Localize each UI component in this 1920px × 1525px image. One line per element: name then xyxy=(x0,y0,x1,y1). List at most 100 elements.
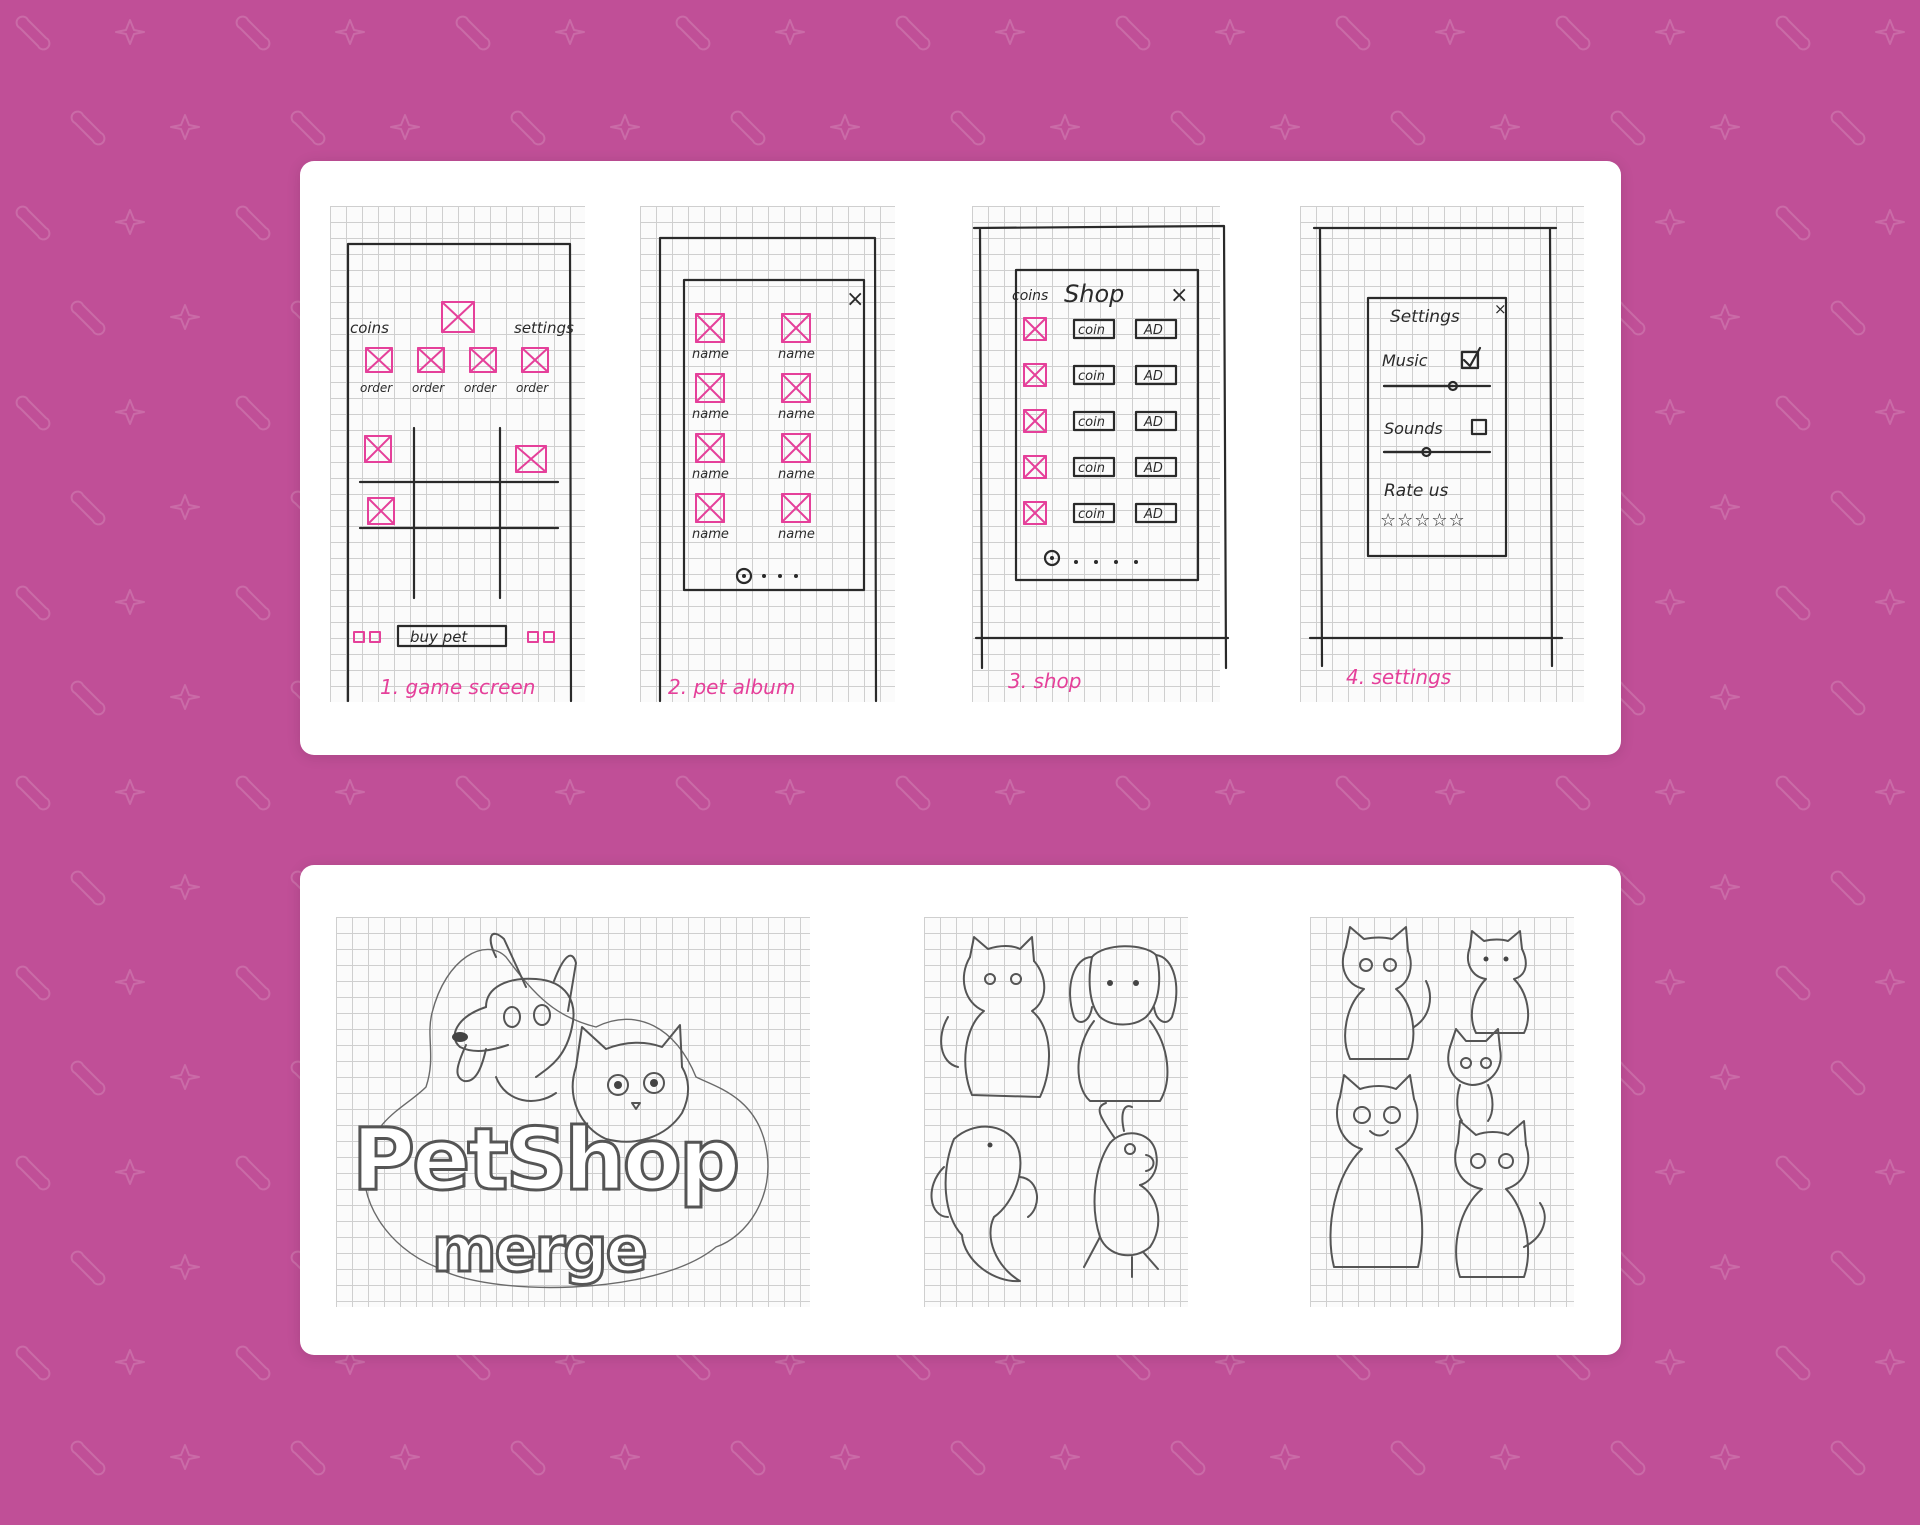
fish-character-sketch xyxy=(930,1125,1039,1283)
ad-label: AD xyxy=(1143,415,1163,430)
pet-name-label: name xyxy=(692,467,729,482)
pet-name-label: name xyxy=(692,527,729,542)
shop-row: coin AD xyxy=(1023,363,1178,387)
coin-label: coin xyxy=(1078,369,1105,384)
order-label: order xyxy=(464,381,497,395)
pet-card[interactable] xyxy=(695,313,725,343)
shop-row: coin AD xyxy=(1023,501,1178,525)
album-pager[interactable] xyxy=(735,567,798,585)
rating-stars[interactable]: ☆☆☆☆☆ xyxy=(1380,510,1466,531)
shop-coins-label: coins xyxy=(1012,288,1048,304)
settings-label: settings xyxy=(514,319,574,337)
caption-game-screen: 1. game screen xyxy=(380,675,535,699)
shop-item-image xyxy=(1023,455,1047,479)
logo-sketch-drawing: PetShop merge xyxy=(351,932,769,1289)
wireframe-pet-album: × name name name name name name name name 2. pe… xyxy=(640,206,895,703)
bottom-right-buttons xyxy=(527,631,555,643)
shop-modal xyxy=(1014,268,1200,582)
cats-sketch xyxy=(1310,917,1574,1307)
bottom-left-buttons xyxy=(353,631,381,643)
music-slider[interactable] xyxy=(1382,380,1492,392)
order-slot[interactable] xyxy=(417,347,445,373)
settings-title: Settings xyxy=(1390,307,1460,327)
pet-card[interactable] xyxy=(695,433,725,463)
buy-with-coin-button[interactable]: coin xyxy=(1072,410,1116,432)
sketches-card: PetShop merge xyxy=(300,865,1621,1355)
watch-ad-button[interactable]: AD xyxy=(1134,502,1178,524)
watch-ad-button[interactable]: AD xyxy=(1134,364,1178,386)
pet-card[interactable] xyxy=(781,493,811,523)
shop-pager[interactable] xyxy=(1043,549,1138,567)
board-tile xyxy=(367,497,395,525)
pet-name-label: name xyxy=(692,347,729,362)
buy-with-coin-button[interactable]: coin xyxy=(1072,502,1116,524)
caption-shop: 3. shop xyxy=(1008,669,1081,693)
shop-rows: coin AD coin AD coin AD coin AD coin AD xyxy=(1023,317,1178,525)
dog-sketch xyxy=(452,932,577,1102)
caption-settings: 4. settings xyxy=(1346,665,1451,689)
game-screen-drawing: coins settings order order order order b… xyxy=(346,242,574,703)
pet-card[interactable] xyxy=(781,373,811,403)
sounds-slider[interactable] xyxy=(1382,446,1492,458)
pet-card[interactable] xyxy=(695,493,725,523)
logo-sketch: PetShop merge xyxy=(336,917,810,1307)
shop-close-icon[interactable]: × xyxy=(1170,283,1188,308)
buy-pet-label: buy pet xyxy=(410,628,468,646)
watch-ad-button[interactable]: AD xyxy=(1134,318,1178,340)
dog-character-sketch xyxy=(1069,945,1178,1102)
shop-item-image xyxy=(1023,363,1047,387)
sounds-label: Sounds xyxy=(1384,419,1443,438)
shop-item-image xyxy=(1023,409,1047,433)
order-label: order xyxy=(412,381,445,395)
shop-row: coin AD xyxy=(1023,455,1178,479)
settings-close-icon[interactable]: × xyxy=(1494,300,1507,318)
order-slot[interactable] xyxy=(521,347,549,373)
coin-label: coin xyxy=(1078,461,1105,476)
coin-label: coin xyxy=(1078,507,1105,522)
coin-label: coin xyxy=(1078,415,1105,430)
shop-drawing: coins Shop × coin ADcoin ADcoin ADcoin ADcoi… xyxy=(972,224,1230,693)
pet-name-label: name xyxy=(778,527,815,542)
pet-card[interactable] xyxy=(695,373,725,403)
ad-label: AD xyxy=(1143,461,1163,476)
shop-row: coin AD xyxy=(1023,317,1178,341)
buy-with-coin-button[interactable]: coin xyxy=(1072,318,1116,340)
cat-character-sketch xyxy=(940,936,1050,1098)
ad-label: AD xyxy=(1143,369,1163,384)
logo-title: PetShop xyxy=(352,1110,737,1210)
wireframe-settings: Settings × Music Sounds Rate us ☆☆☆☆☆ 4.… xyxy=(1300,206,1584,702)
order-slot[interactable] xyxy=(365,347,393,373)
watch-ad-button[interactable]: AD xyxy=(1134,410,1178,432)
order-label: order xyxy=(516,381,549,395)
caption-pet-album: 2. pet album xyxy=(668,675,795,699)
buy-pet-button[interactable]: buy pet xyxy=(396,624,508,648)
pets-sketch-drawing xyxy=(930,936,1178,1283)
album-grid: name name name name name name name name xyxy=(692,313,815,542)
pet-name-label: name xyxy=(778,407,815,422)
sounds-checkbox[interactable] xyxy=(1470,418,1488,436)
ad-label: AD xyxy=(1143,507,1163,522)
cats-sketch-drawing xyxy=(1329,926,1546,1278)
pet-name-label: name xyxy=(778,347,815,362)
music-checkbox[interactable] xyxy=(1460,346,1482,370)
rate-us-label: Rate us xyxy=(1384,481,1449,501)
pet-name-label: name xyxy=(692,407,729,422)
buy-with-coin-button[interactable]: coin xyxy=(1072,456,1116,478)
buy-with-coin-button[interactable]: coin xyxy=(1072,364,1116,386)
board-tile xyxy=(364,435,392,463)
settings-drawing: Settings × Music Sounds Rate us ☆☆☆☆☆ 4.… xyxy=(1308,226,1564,689)
cat-sketch-1 xyxy=(1341,926,1431,1060)
pet-card[interactable] xyxy=(781,313,811,343)
album-close-icon[interactable]: × xyxy=(846,287,864,312)
music-label: Music xyxy=(1382,351,1428,370)
wireframe-game-screen: coins settings order order order order b… xyxy=(330,206,585,703)
cat-sketch-5 xyxy=(1454,1120,1546,1278)
pet-name-label: name xyxy=(778,467,815,482)
pet-card[interactable] xyxy=(781,433,811,463)
cat-sketch-4 xyxy=(1329,1074,1424,1268)
watch-ad-button[interactable]: AD xyxy=(1134,456,1178,478)
logo-placeholder xyxy=(441,301,475,333)
pet-album-drawing: × name name name name name name name name 2. pe… xyxy=(658,236,878,703)
ad-label: AD xyxy=(1143,323,1163,338)
order-slot[interactable] xyxy=(469,347,497,373)
